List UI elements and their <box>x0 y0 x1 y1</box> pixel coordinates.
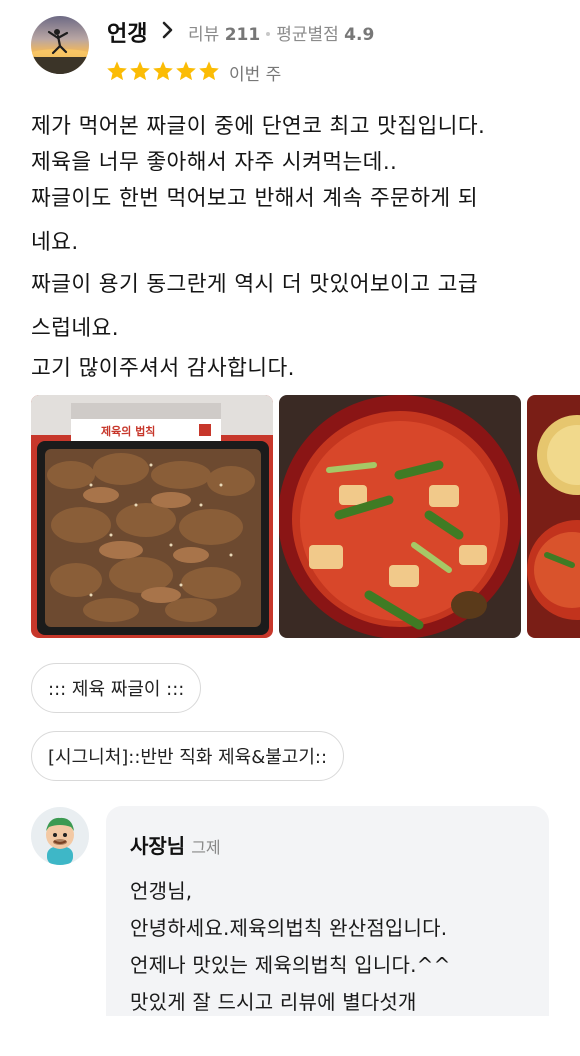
star-icon <box>199 61 219 81</box>
reply-line: 안녕하세요.제육의법칙 완산점입니다. <box>130 916 448 940</box>
photo-jjageuli-bowl[interactable] <box>279 395 521 638</box>
reply-line: 언갱님, <box>130 879 193 903</box>
menu-tag[interactable]: [시그니처]::반반 직화 제육&불고기:: <box>31 731 345 781</box>
star-icon <box>107 61 127 81</box>
owner-reply-date: 그제 <box>191 838 221 857</box>
reviewer-avatar[interactable] <box>31 16 89 74</box>
separator-dot <box>266 31 271 36</box>
photo-sign-text: 제육의 법칙 <box>101 424 155 438</box>
review-line: 짜글이도 한번 먹어보고 반해서 계속 주문하게 되 <box>31 186 479 211</box>
owner-reply-name: 사장님 <box>130 834 186 858</box>
review-line: 스럽네요. <box>31 316 119 341</box>
average-score-label: 평균별점 <box>276 25 339 45</box>
reply-line: 언제나 맛있는 제육의법칙 입니다.^^ <box>130 953 451 977</box>
rating-stars <box>106 60 220 82</box>
review-line: 짜글이 용기 동그란게 역시 더 맛있어보이고 고급 <box>31 272 479 297</box>
review-photos[interactable]: 제육의 법칙 <box>31 395 580 638</box>
chevron-right-icon[interactable] <box>159 18 177 42</box>
reviewer-nickname[interactable]: 언갱 <box>107 16 147 48</box>
review-line: 네요. <box>31 230 79 255</box>
review-count: 211 <box>224 25 261 45</box>
photo-jeyuk-box[interactable]: 제육의 법칙 <box>31 395 273 638</box>
review-text: 제가 먹어본 짜글이 중에 단연코 최고 맛집입니다. 제육을 너무 좋아해서 … <box>31 113 561 383</box>
reviewer-stats: 리뷰 211 평균별점 4.9 <box>188 20 374 45</box>
average-score: 4.9 <box>344 25 375 45</box>
review-line: 제육을 너무 좋아해서 자주 시켜먹는데.. <box>31 150 398 175</box>
star-icon <box>130 61 150 81</box>
review-date: 이번 주 <box>229 65 282 85</box>
viewport-bottom-edge <box>0 1016 580 1056</box>
photo-side-dish[interactable] <box>527 395 580 638</box>
owner-avatar <box>31 807 89 865</box>
menu-tag[interactable]: ::: 제육 짜글이 ::: <box>31 663 202 713</box>
review-line: 고기 많이주셔서 감사합니다. <box>31 356 295 381</box>
star-icon <box>176 61 196 81</box>
review-count-label: 리뷰 <box>188 25 220 45</box>
star-icon <box>153 61 173 81</box>
review-line: 제가 먹어본 짜글이 중에 단연코 최고 맛집입니다. <box>31 114 486 139</box>
